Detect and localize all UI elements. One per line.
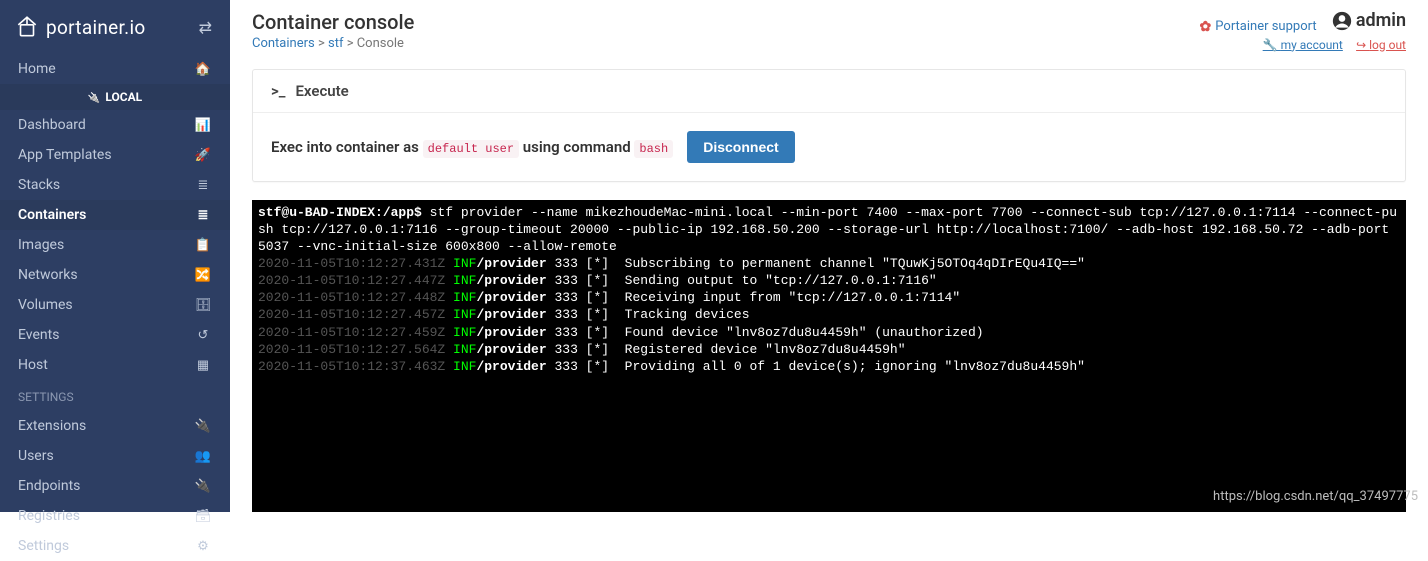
- sidebar-item-stacks[interactable]: Stacks ≣: [0, 170, 230, 200]
- brand-text: portainer.io: [46, 16, 146, 39]
- sidebar-item-label: Images: [18, 237, 64, 253]
- portainer-icon: [14, 14, 40, 40]
- sidebar-item-dashboard-icon: 📊: [194, 118, 212, 133]
- sidebar-item-containers[interactable]: Containers ≣: [0, 200, 230, 230]
- sidebar-item-networks-icon: 🔀: [194, 268, 212, 283]
- sidebar-item-stacks-icon: ≣: [194, 178, 212, 193]
- main: Container console Containers > stf > Con…: [230, 0, 1428, 512]
- sidebar-item-label: Extensions: [18, 418, 86, 434]
- sidebar-item-label: Registries: [18, 508, 80, 524]
- sidebar-item-dashboard[interactable]: Dashboard 📊: [0, 110, 230, 140]
- page-title: Container console: [252, 10, 414, 34]
- life-ring-icon: ✿: [1200, 19, 1212, 35]
- sidebar-nav: Home 🏠 LOCAL Dashboard 📊 App Templates 🚀 Stacks…: [0, 54, 230, 561]
- sidebar-item-extensions[interactable]: Extensions 🔌: [0, 411, 230, 441]
- sidebar-item-home[interactable]: Home 🏠: [0, 54, 230, 84]
- sidebar-item-containers-icon: ≣: [194, 208, 212, 223]
- support-link[interactable]: ✿ Portainer support: [1200, 19, 1317, 35]
- sidebar-item-volumes[interactable]: Volumes 🗄: [0, 290, 230, 320]
- sidebar-item-events-icon: ↺: [194, 328, 212, 343]
- exec-user-value: default user: [423, 140, 519, 158]
- sidebar-item-label: Networks: [18, 267, 78, 283]
- breadcrumb-current: Console: [357, 36, 404, 51]
- terminal-prompt-icon: >_: [271, 82, 285, 100]
- sidebar-item-images-icon: 📋: [194, 238, 212, 253]
- sidebar-item-label: Endpoints: [18, 478, 80, 494]
- sidebar-item-endpoints[interactable]: Endpoints 🔌: [0, 471, 230, 501]
- sidebar-item-label: Host: [18, 357, 48, 373]
- sidebar-item-host-icon: ▦: [194, 358, 212, 373]
- execute-panel-header[interactable]: >_ Execute: [253, 70, 1405, 113]
- sidebar: portainer.io ⇄ Home 🏠 LOCAL Dashboard 📊 App T…: [0, 0, 230, 512]
- exec-text-middle: using command: [523, 138, 631, 156]
- sidebar-item-label: Volumes: [18, 297, 73, 313]
- sidebar-item-home-icon: 🏠: [194, 62, 212, 77]
- sidebar-item-users[interactable]: Users 👥: [0, 441, 230, 471]
- exec-text-prefix: Exec into container as: [271, 138, 419, 156]
- sidebar-item-users-icon: 👥: [194, 449, 212, 464]
- sidebar-item-extensions-icon: 🔌: [194, 419, 212, 434]
- user-icon: [1332, 11, 1352, 31]
- disconnect-button[interactable]: Disconnect: [687, 131, 794, 163]
- sidebar-item-events[interactable]: Events ↺: [0, 320, 230, 350]
- sidebar-toggle-icon[interactable]: ⇄: [199, 18, 212, 37]
- brand-logo[interactable]: portainer.io: [14, 14, 146, 40]
- sidebar-section-settings: SETTINGS: [0, 380, 230, 411]
- sidebar-item-label: Dashboard: [18, 117, 86, 133]
- sidebar-item-label: Events: [18, 327, 59, 343]
- sidebar-item-images[interactable]: Images 📋: [0, 230, 230, 260]
- my-account-link[interactable]: 🔧 my account: [1263, 38, 1343, 52]
- sidebar-item-label: Stacks: [18, 177, 60, 193]
- log-out-link[interactable]: ↪ log out: [1356, 38, 1406, 52]
- sidebar-item-networks[interactable]: Networks 🔀: [0, 260, 230, 290]
- sidebar-item-settings-icon: ⚙: [194, 539, 212, 554]
- exec-command-value: bash: [634, 140, 673, 158]
- sidebar-item-settings[interactable]: Settings ⚙: [0, 531, 230, 561]
- breadcrumb: Containers > stf > Console: [252, 36, 414, 51]
- sidebar-section-local: LOCAL: [0, 84, 230, 110]
- sidebar-item-app-templates[interactable]: App Templates 🚀: [0, 140, 230, 170]
- sidebar-item-label: Users: [18, 448, 54, 464]
- sidebar-item-registries-icon: 🗃: [194, 509, 212, 524]
- sidebar-item-label: Home: [18, 61, 56, 77]
- sidebar-item-label: Containers: [18, 207, 86, 223]
- sidebar-item-app-templates-icon: 🚀: [194, 148, 212, 163]
- sidebar-item-endpoints-icon: 🔌: [194, 479, 212, 494]
- terminal-output[interactable]: stf@u-BAD-INDEX:/app$ stf provider --nam…: [252, 200, 1406, 513]
- sidebar-item-volumes-icon: 🗄: [194, 298, 212, 313]
- sidebar-item-host[interactable]: Host ▦: [0, 350, 230, 380]
- breadcrumb-containers[interactable]: Containers: [252, 36, 315, 51]
- header: Container console Containers > stf > Con…: [230, 0, 1428, 59]
- sidebar-item-registries[interactable]: Registries 🗃: [0, 501, 230, 531]
- sidebar-item-label: Settings: [18, 538, 69, 554]
- sidebar-item-label: App Templates: [18, 147, 112, 163]
- breadcrumb-container-name[interactable]: stf: [328, 36, 343, 51]
- execute-panel: >_ Execute Exec into container as defaul…: [252, 69, 1406, 182]
- user-badge[interactable]: admin: [1332, 10, 1406, 31]
